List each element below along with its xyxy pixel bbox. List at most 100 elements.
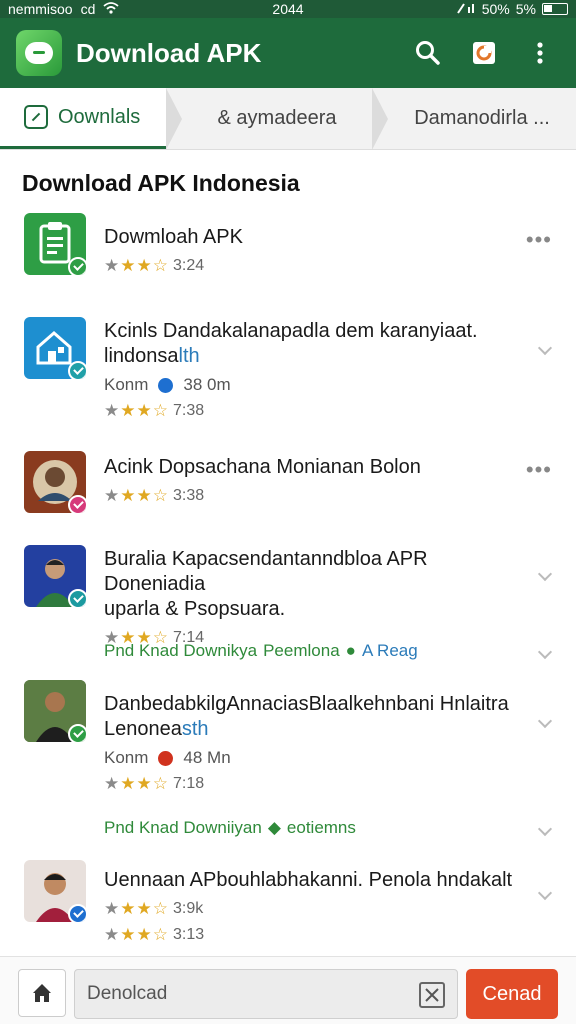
rating-value: 3:13 [172, 926, 205, 943]
tagline-text: Pnd Knad Downiiyan [104, 818, 262, 837]
download-icon [24, 105, 48, 129]
tab-bar: Oownlals & aymadeera Damanodirla ... [0, 88, 576, 150]
rating-value: 3:9k [172, 900, 204, 917]
tagline-text: Pnd Knad Downikya [104, 641, 258, 660]
app-title: Download APK [76, 37, 262, 68]
verified-badge-icon [68, 724, 86, 742]
tab-label: & aymadeera [217, 107, 337, 129]
item-title: Kcinls Dandakalanapadla dem karanyiaat. [104, 320, 478, 342]
rating-stars-icon: ★★★☆ [104, 899, 169, 918]
rating-value: 7:38 [172, 402, 205, 419]
verified-badge-icon [68, 904, 86, 922]
subtitle-part: lindonsa [104, 345, 179, 367]
item-title: Dowmloah APK [104, 226, 243, 248]
list-item[interactable]: Kcinls Dandakalanapadla dem karanyiaat. … [0, 317, 576, 427]
chevron-down-icon[interactable] [537, 885, 553, 901]
share-button[interactable] [464, 33, 504, 73]
meta-size: 38 0m [183, 375, 231, 394]
send-button[interactable]: Cenad [466, 969, 558, 1019]
battery-icon [542, 3, 568, 15]
more-horiz-icon[interactable]: ••• [526, 457, 552, 483]
tab-downloads[interactable]: Oownlals [0, 88, 166, 149]
verified-badge-icon [68, 589, 86, 607]
tab-category[interactable]: & aymadeera [182, 88, 372, 149]
leaf-icon: ◆ [267, 818, 281, 837]
rating-stars-icon: ★★★☆ [104, 486, 169, 505]
item-title: Acink Dopsachana Monianan Bolon [104, 456, 421, 478]
home-button[interactable] [18, 969, 66, 1017]
close-icon [425, 988, 439, 1002]
list-item[interactable]: Acink Dopsachana Monianan Bolon ★★★☆ 3:3… [0, 451, 576, 541]
item-tagline: Pnd Knad Downiiyan ◆ eotiemns [104, 818, 356, 838]
download-input[interactable]: Denolcad [74, 969, 458, 1019]
item-meta: Konm 38 0m [104, 375, 516, 395]
tab-divider [372, 88, 388, 150]
item-rating: ★★★☆ 3:24 [104, 256, 516, 276]
chevron-down-icon[interactable] [537, 644, 553, 660]
item-meta: Konm 48 Mn [104, 748, 516, 768]
clear-button[interactable] [419, 982, 445, 1008]
input-placeholder: Denolcad [87, 983, 168, 1004]
chevron-down-icon[interactable] [537, 566, 553, 582]
subtitle-highlight: lth [178, 345, 200, 367]
subtitle-highlight: sth [181, 718, 209, 740]
list-item[interactable]: Dowmloah APK ★★★☆ 3:24 ••• [0, 213, 576, 303]
list-item[interactable]: DanbedabkilgAnnaciasBlaalkehnbani Hnlait… [0, 680, 576, 840]
chevron-down-icon[interactable] [537, 340, 553, 356]
app-bar: Download APK [0, 18, 576, 88]
rating-value: 3:24 [172, 257, 205, 274]
app-icon [24, 451, 86, 513]
section-title: Download APK Indonesia [22, 170, 300, 196]
meta-label: Konm [104, 748, 149, 767]
verified-badge-icon [68, 257, 86, 275]
list-item[interactable]: Buralia Kapacsendantanndbloa APR Donenia… [0, 545, 576, 669]
tab-more[interactable]: Damanodirla ... [388, 88, 576, 149]
item-subtitle: Lenoneasth [104, 717, 516, 742]
alert-icon [158, 750, 174, 766]
meta-label: Konm [104, 375, 149, 394]
rating-stars-icon: ★★★☆ [104, 774, 169, 793]
search-button[interactable] [408, 33, 448, 73]
item-rating-secondary: ★★★☆ 3:13 [104, 925, 516, 945]
app-logo-icon [16, 30, 62, 76]
meta-size: 48 Mn [183, 748, 231, 767]
status-bar: nemmisoo cd 2044 50% 5% [0, 0, 576, 18]
shield-icon [158, 377, 174, 393]
tagline-text: eotiemns [286, 818, 356, 837]
app-icon [24, 860, 86, 922]
verified-badge-icon [68, 361, 86, 379]
home-icon [33, 984, 51, 1002]
item-rating: ★★★☆ 7:18 [104, 774, 516, 794]
item-subtitle: uparla & Psopsuara. [104, 598, 286, 620]
more-options-button[interactable] [520, 33, 560, 73]
more-horiz-icon[interactable]: ••• [526, 227, 552, 253]
item-title: DanbedabkilgAnnaciasBlaalkehnbani Hnlait… [104, 693, 509, 715]
app-icon [24, 213, 86, 275]
bottom-bar: Denolcad Cenad [0, 956, 576, 1024]
tagline-text: Peemlona [263, 641, 340, 660]
tab-label: Damanodirla ... [414, 107, 550, 129]
rating-stars-icon: ★★★☆ [104, 256, 169, 275]
clock: 2044 [272, 1, 304, 17]
app-icon [24, 317, 86, 379]
search-icon [416, 41, 440, 65]
list-item[interactable]: Uennaan APbouhlabhakanni. Penola hndakal… [0, 860, 576, 960]
item-title: Uennaan APbouhlabhakanni. Penola hndakal… [104, 869, 513, 891]
tagline-link[interactable]: A Reag [362, 641, 418, 661]
leaf-icon: ● [345, 641, 356, 660]
item-title: Buralia Kapacsendantanndbloa APR Donenia… [104, 548, 428, 595]
subtitle-part: Lenonea [104, 718, 182, 740]
chevron-down-icon[interactable] [537, 821, 553, 837]
chevron-down-icon[interactable] [537, 713, 553, 729]
item-rating: ★★★☆ 3:9k [104, 899, 516, 919]
rating-value: 3:38 [172, 487, 205, 504]
item-rating: ★★★☆ 7:38 [104, 401, 516, 421]
item-tagline: Pnd Knad Downikya Peemlona ● A Reag [104, 641, 418, 661]
more-vert-icon [537, 42, 543, 64]
rating-value: 7:18 [172, 775, 205, 792]
rating-stars-icon: ★★★☆ [104, 925, 169, 944]
tab-divider [166, 88, 182, 150]
app-icon [24, 680, 86, 742]
app-icon [24, 545, 86, 607]
item-subtitle: lindonsalth [104, 344, 516, 369]
